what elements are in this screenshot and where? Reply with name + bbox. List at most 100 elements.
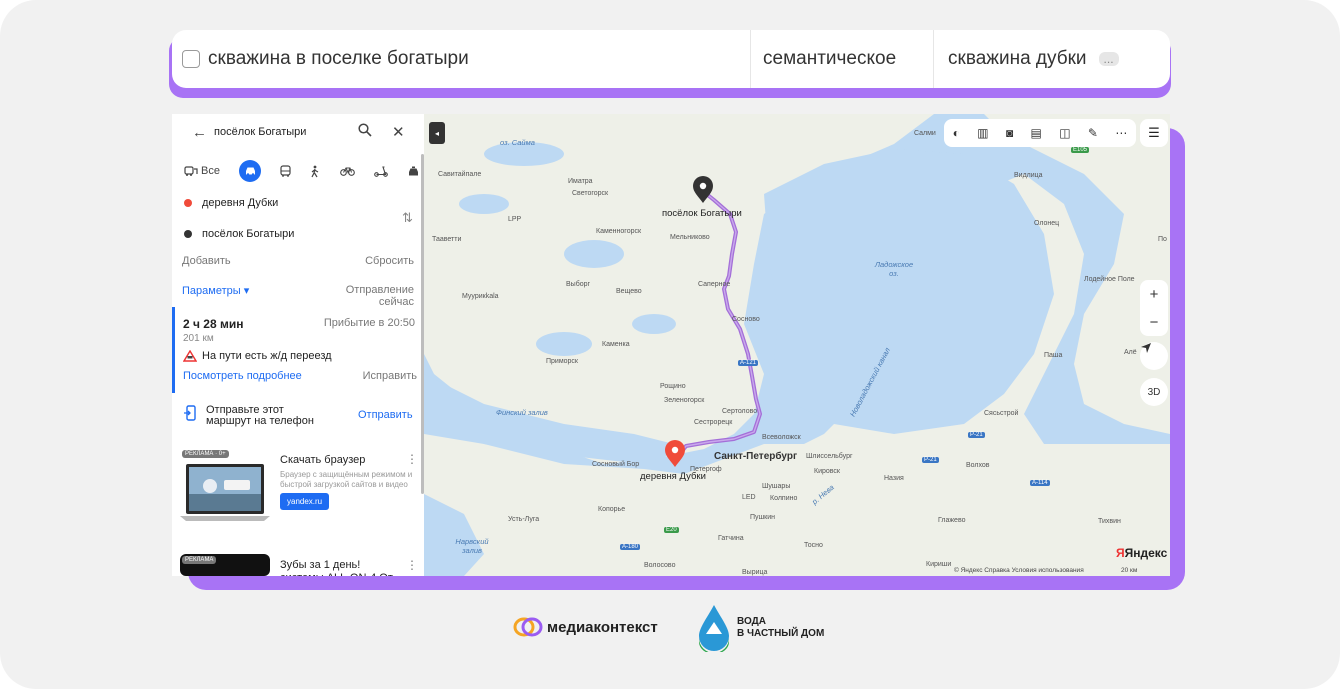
map-label: Алё xyxy=(1124,349,1137,356)
map-label: Назия xyxy=(884,475,904,482)
map-label: Тааветти xyxy=(432,236,462,243)
reset-link[interactable]: Сбросить xyxy=(365,255,414,267)
ad-cta-button[interactable]: yandex.ru xyxy=(280,493,330,510)
road-badge: E105 xyxy=(1071,147,1090,153)
three-d-button[interactable]: 3D xyxy=(1140,378,1168,406)
mediacontext-wordmark: медиаконтекст xyxy=(547,618,658,636)
warning-text: На пути есть ж/д переезд xyxy=(202,350,332,362)
route-stop-to[interactable]: посёлок Богатыри xyxy=(180,222,392,246)
hamburger-menu-icon[interactable]: ☰ xyxy=(1140,119,1168,147)
route-duration: 2 ч 28 мин xyxy=(183,317,244,331)
ad-menu-icon[interactable]: ⋮ xyxy=(406,558,418,572)
voda-logo: ВОДА В ЧАСТНЫЙ ДОМ xyxy=(697,604,824,652)
send-button[interactable]: Отправить xyxy=(358,409,413,421)
partner-logos: медиаконтекст ВОДА В ЧАСТНЫЙ ДОМ xyxy=(513,604,833,654)
origin-pin-icon[interactable] xyxy=(664,440,686,468)
map-label: Салми xyxy=(914,130,936,137)
mode-car[interactable] xyxy=(239,160,262,182)
route-search-bar: ← посёлок Богатыри ✕ xyxy=(172,114,424,150)
row-checkbox[interactable] xyxy=(182,50,200,68)
close-icon[interactable]: ✕ xyxy=(392,123,405,141)
transit-icon[interactable]: ▤ xyxy=(1031,126,1042,140)
locate-me-icon[interactable] xyxy=(1140,342,1168,370)
ruler-icon[interactable]: ✎ xyxy=(1088,126,1098,140)
maps-screenshot: ← посёлок Богатыри ✕ Все деревня Дубки п… xyxy=(172,114,1170,576)
map-label: Савитайпале xyxy=(438,171,482,178)
map-label: Вырица xyxy=(742,569,768,576)
route-option-card[interactable]: 2 ч 28 мин Прибытие в 20:50 201 км На пу… xyxy=(172,307,424,393)
stop-label: посёлок Богатыри xyxy=(202,228,295,240)
road-badge: Р-21 xyxy=(922,457,939,463)
ad-laptop-image: РЕКЛАМА · 0+ xyxy=(180,448,270,536)
more-icon[interactable]: ⋯ xyxy=(1115,126,1127,140)
route-stop-from[interactable]: деревня Дубки xyxy=(180,191,392,215)
map-label: Каменка xyxy=(602,341,630,348)
camera-icon[interactable]: ◙ xyxy=(1006,126,1013,140)
map-label: Тосно xyxy=(804,542,823,549)
map-book-icon[interactable]: ▥ xyxy=(977,126,988,140)
map-label: Кировск xyxy=(814,468,840,475)
map-footer-links[interactable]: © Яндекс Справка Условия использования xyxy=(954,567,1084,574)
add-stop-link[interactable]: Добавить xyxy=(182,255,231,267)
map-label: Тихвин xyxy=(1098,518,1121,525)
mode-bus[interactable] xyxy=(280,160,291,182)
map-label: Волосово xyxy=(644,562,676,569)
ad-dental[interactable]: РЕКЛАМА Зубы за 1 день! системы ALL-ON-4… xyxy=(178,554,418,576)
map-label: Шлиссельбург xyxy=(806,453,853,460)
map-label: Саперное xyxy=(698,281,731,288)
map-label: Паша xyxy=(1044,352,1063,359)
map-label-origin: деревня Дубки xyxy=(640,471,706,482)
send-to-phone: Отправьте этот маршрут на телефон Отправ… xyxy=(172,399,424,435)
road-badge: Р-21 xyxy=(968,432,985,438)
mode-scooter[interactable] xyxy=(373,160,388,182)
zoom-out-icon[interactable]: − xyxy=(1150,314,1159,331)
map-label: LPP xyxy=(508,216,522,223)
route-search-input[interactable]: посёлок Богатыри xyxy=(214,126,306,138)
ad-badge: РЕКЛАМА xyxy=(182,556,217,564)
back-arrow-icon[interactable]: ← xyxy=(192,124,207,141)
railway-crossing-icon xyxy=(183,350,197,362)
voda-line1: ВОДА xyxy=(737,616,766,627)
collapse-sidebar-button[interactable]: ◂ xyxy=(429,122,445,144)
mode-all[interactable]: Все xyxy=(184,160,220,182)
mode-bike[interactable] xyxy=(339,160,355,182)
zoom-controls: + − xyxy=(1140,280,1168,336)
map-label: Выборг xyxy=(566,281,591,288)
destination-pin-icon[interactable] xyxy=(692,176,714,204)
map-label: Иматра xyxy=(568,178,593,185)
ad-menu-icon[interactable]: ⋮ xyxy=(406,452,418,466)
map-label: Глажево xyxy=(938,517,966,524)
map-label: Финский залив xyxy=(496,408,548,417)
map-label: Каменногорск xyxy=(596,228,642,235)
map-area[interactable]: ◂ оз. Сайма Савитайпале Иматра Светогорс… xyxy=(424,114,1170,576)
water-drop-icon xyxy=(699,605,729,652)
voda-wordmark: ВОДА В ЧАСТНЫЙ ДОМ xyxy=(737,616,824,640)
query-cell: скважина в поселке богатыри xyxy=(172,30,750,88)
map-label: Сясьстрой xyxy=(984,410,1019,417)
ad-title: Скачать браузер xyxy=(280,454,366,466)
map-label-city: Санкт-Петербург xyxy=(714,451,798,462)
map-label: По xyxy=(1158,236,1167,243)
map-label: Сертолово xyxy=(722,408,758,415)
mode-all-label: Все xyxy=(201,165,220,177)
map-scale: 20 км xyxy=(1121,567,1138,574)
voda-line2: В ЧАСТНЫЙ ДОМ xyxy=(737,628,825,639)
map-label: Лодейное Поле xyxy=(1084,276,1135,283)
mode-taxi[interactable] xyxy=(407,160,420,182)
depart-time[interactable]: Отправление сейчас xyxy=(322,284,414,308)
scooter-icon xyxy=(373,165,388,177)
map-label: Сестрорецк xyxy=(694,419,733,426)
more-badge[interactable]: ... xyxy=(1098,52,1119,66)
panorama-icon[interactable]: ◫ xyxy=(1059,126,1070,140)
zoom-in-icon[interactable]: + xyxy=(1150,286,1159,303)
mode-walk[interactable] xyxy=(310,160,320,182)
layers-icon[interactable]: ◐ xyxy=(953,126,960,140)
ad-browser[interactable]: РЕКЛАМА · 0+ Скачать браузер Браузер с з… xyxy=(178,448,418,544)
search-icon[interactable] xyxy=(358,123,372,140)
fix-route-link[interactable]: Исправить xyxy=(345,370,417,382)
params-dropdown[interactable]: Параметры ▾ xyxy=(182,284,249,297)
swap-arrows-icon[interactable]: ⇅ xyxy=(402,210,413,226)
keyword-row: скважина в поселке богатыри семантическо… xyxy=(172,30,1170,88)
map-label: Пушкин xyxy=(750,514,775,521)
route-details-link[interactable]: Посмотреть подробнее xyxy=(183,370,302,382)
